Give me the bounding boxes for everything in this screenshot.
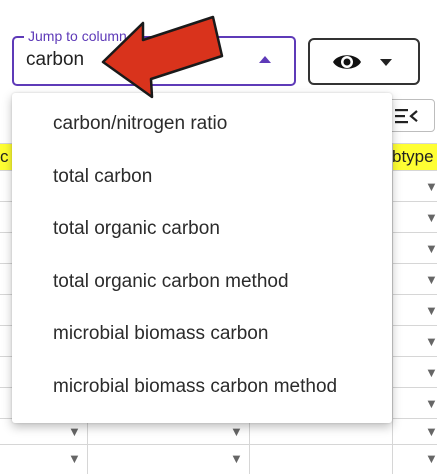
red-arrow-annotation bbox=[101, 15, 224, 99]
